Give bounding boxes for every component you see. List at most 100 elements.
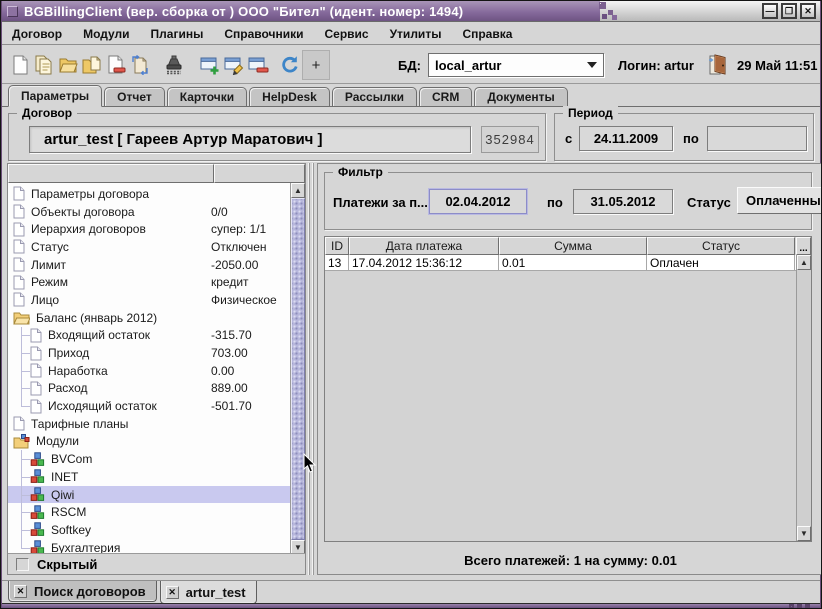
tree-row-16[interactable]: INET [8,468,290,486]
tree-row-18[interactable]: RSCM [8,503,290,521]
hidden-checkbox[interactable] [16,558,29,571]
page-icon [13,239,25,254]
tab-1[interactable]: Отчет [104,87,165,106]
tab-4[interactable]: Рассылки [332,87,417,106]
replace-document-icon[interactable] [128,52,152,78]
menu-item-5[interactable]: Утилиты [390,27,442,41]
column-header-3[interactable]: Статус [647,237,795,255]
db-select[interactable]: local_artur [428,53,604,77]
menu-item-3[interactable]: Справочники [224,27,303,41]
login-label: Логин: artur [618,58,694,73]
tab-bar: ПараметрыОтчетКарточкиHelpDeskРассылкиCR… [2,85,820,107]
remove-document-icon[interactable] [104,52,128,78]
tree-item-label: Приход [48,346,89,360]
table-cell: Оплачен [647,255,795,270]
tree-row-11[interactable]: Расход889.00 [8,380,290,398]
stamp-icon[interactable] [162,52,186,78]
tab-2[interactable]: Карточки [167,87,247,106]
tree-connector-line [13,344,30,362]
tree-row-2[interactable]: Иерархия договоровсупер: 1/1 [8,220,290,238]
filter-date-to-field[interactable]: 31.05.2012 [573,189,673,214]
tree-row-14[interactable]: Модули [8,433,290,451]
close-tab-icon[interactable]: ✕ [166,586,179,599]
edit-window-icon[interactable] [222,52,246,78]
close-tab-icon[interactable]: ✕ [14,585,27,598]
payments-panel: Фильтр Платежи за п... 02.04.2012 по 31.… [317,163,822,575]
tree-connector-line [13,362,30,380]
tree-item-label: Qiwi [51,488,74,502]
tab-3[interactable]: HelpDesk [249,87,330,106]
column-header-2[interactable]: Сумма [499,237,647,255]
hidden-checkbox-label: Скрытый [37,557,97,572]
tree-row-12[interactable]: Исходящий остаток-501.70 [8,397,290,415]
scroll-up-icon[interactable]: ▲ [291,183,305,198]
column-header-0[interactable]: ID [325,237,349,255]
module-icon [30,505,45,520]
close-button[interactable]: ✕ [800,3,816,19]
tree-row-0[interactable]: Параметры договора [8,185,290,203]
remove-window-icon[interactable] [246,52,270,78]
menu-item-6[interactable]: Справка [462,27,512,41]
table-scrollbar[interactable]: ▲ ▼ [796,255,811,541]
resize-grip[interactable] [791,606,792,607]
period-from-field[interactable]: 24.11.2009 [579,126,673,151]
tree-row-5[interactable]: Режимкредит [8,273,290,291]
tree-row-6[interactable]: ЛицоФизическое [8,291,290,309]
menu-item-4[interactable]: Сервис [324,27,368,41]
tree-row-7[interactable]: Баланс (январь 2012) [8,309,290,327]
scroll-down-icon[interactable]: ▼ [797,526,811,541]
tree-row-1[interactable]: Объекты договора0/0 [8,203,290,221]
panel-splitter[interactable] [306,163,317,575]
filter-status-select[interactable]: Оплаченны [737,187,822,214]
contract-field[interactable]: artur_test [ Гареев Артур Маратович ] [29,126,471,153]
tree-scrollbar[interactable]: ▲ ▼ [290,183,305,555]
tab-5[interactable]: CRM [419,87,472,106]
tree-connector-line [13,327,30,345]
tree-row-8[interactable]: Входящий остаток-315.70 [8,327,290,345]
page-icon [30,363,42,378]
documents-folder-icon[interactable] [80,52,104,78]
period-to-field[interactable] [707,126,807,151]
menu-item-2[interactable]: Плагины [151,27,204,41]
scroll-up-icon[interactable]: ▲ [797,255,811,270]
tree-item-label: Исходящий остаток [48,399,157,413]
folder-icon [13,311,30,325]
menu-item-0[interactable]: Договор [12,27,62,41]
tree-connector-line [13,503,30,521]
tree-body: Параметры договораОбъекты договора0/0Иер… [8,183,305,555]
minimize-button[interactable]: — [762,3,778,19]
add-tab-button[interactable]: + [302,50,330,80]
tree-row-9[interactable]: Приход703.00 [8,344,290,362]
tree-row-19[interactable]: Softkey [8,521,290,539]
tree-scrollbar-thumb[interactable] [291,198,305,540]
copy-document-icon[interactable] [32,52,56,78]
filter-date-from-field[interactable]: 02.04.2012 [429,189,527,214]
column-header-1[interactable]: Дата платежа [349,237,499,255]
tree-item-label: Лимит [31,258,66,272]
maximize-button[interactable]: ❐ [781,3,797,19]
tree-row-15[interactable]: BVCom [8,450,290,468]
table-row[interactable]: 1317.04.2012 15:36:120.01Оплачен [325,255,811,271]
tree-row-10[interactable]: Наработка0.00 [8,362,290,380]
tree-row-17[interactable]: Qiwi [8,486,290,504]
tree-row-3[interactable]: СтатусОтключен [8,238,290,256]
add-window-icon[interactable] [198,52,222,78]
tree-header-name-column[interactable] [8,164,214,183]
tree-row-4[interactable]: Лимит-2050.00 [8,256,290,274]
contract-tab-1[interactable]: ✕artur_test [160,581,257,604]
tab-0[interactable]: Параметры [8,85,102,107]
tree-item-label: Модули [36,434,79,448]
tab-6[interactable]: Документы [474,87,567,106]
refresh-icon[interactable] [278,52,302,78]
exit-door-icon[interactable] [706,53,728,77]
table-cell: 13 [325,255,349,270]
new-document-icon[interactable] [8,52,32,78]
contract-tab-0[interactable]: ✕Поиск договоров [8,581,157,602]
open-folder-icon[interactable] [56,52,80,78]
table-columns-button[interactable]: ... [796,237,811,255]
tree-header-value-column[interactable] [214,164,305,183]
table-cell: 0.01 [499,255,647,270]
tree-item-value: Отключен [211,240,267,254]
tree-row-13[interactable]: Тарифные планы [8,415,290,433]
menu-item-1[interactable]: Модули [83,27,129,41]
